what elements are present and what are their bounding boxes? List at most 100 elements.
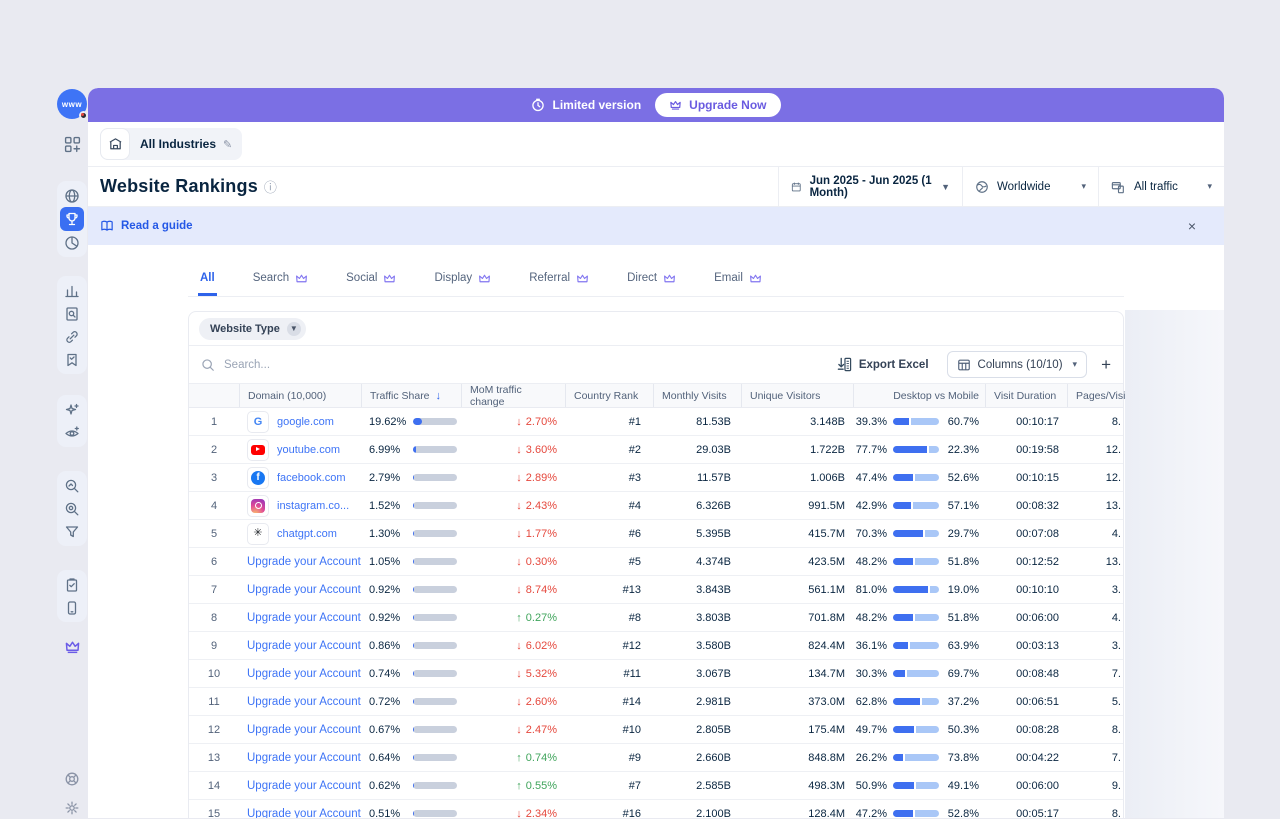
arrow-down-icon: ↓ [516, 639, 522, 652]
funnel-icon[interactable] [60, 520, 84, 543]
domain-link[interactable]: google.com [277, 416, 334, 428]
tab-referral[interactable]: Referral [527, 265, 591, 296]
traffic-filter[interactable]: All traffic ▾ [1098, 167, 1224, 206]
breadcrumb: All Industries ✎ [88, 122, 1224, 167]
tab-all[interactable]: All [198, 265, 217, 296]
columns-dropdown[interactable]: Columns (10/10) ▾ [946, 351, 1088, 378]
upgrade-account-link[interactable]: Upgrade your Account [247, 808, 361, 819]
upgrade-account-link[interactable]: Upgrade your Account [247, 584, 361, 596]
upgrade-account-link[interactable]: Upgrade your Account [247, 640, 361, 652]
domain-link[interactable]: facebook.com [277, 472, 345, 484]
rank-cell: 15 [207, 807, 221, 819]
tab-email[interactable]: Email [712, 265, 764, 296]
mobile-pct: 37.2% [947, 695, 979, 708]
geo-filter[interactable]: Worldwide ▾ [962, 167, 1098, 206]
traffic-share-fill [413, 502, 414, 509]
domain-link[interactable]: chatgpt.com [277, 528, 337, 540]
upgrade-account-link[interactable]: Upgrade your Account [247, 752, 361, 764]
domain-link[interactable]: instagram.co... [277, 500, 349, 512]
country-rank-cell: #11 [623, 667, 641, 680]
edit-pencil-icon[interactable]: ✎ [223, 138, 242, 151]
website-type-filter[interactable]: Website Type ▼ [199, 317, 306, 340]
tab-search[interactable]: Search [251, 265, 310, 296]
desktop-segment [893, 558, 916, 565]
column-header-visits[interactable]: Monthly Visits [653, 384, 741, 407]
upgrade-now-label: Upgrade Now [689, 98, 767, 112]
mobile-pct: 69.7% [947, 667, 979, 680]
mom-change: ↓ 3.60% [516, 444, 557, 456]
tab-direct[interactable]: Direct [625, 265, 678, 296]
column-header-domain[interactable]: Domain (10,000) [239, 384, 361, 407]
upgrade-account-link[interactable]: Upgrade your Account [247, 724, 361, 736]
domain-cell: youtube.com [239, 436, 361, 463]
column-header-dvm[interactable]: Desktop vs Mobile [853, 384, 985, 407]
traffic-share-value: 1.52% [369, 499, 401, 512]
date-range-filter[interactable]: Jun 2025 - Jun 2025 (1 Month) ▼ [778, 167, 962, 206]
help-icon[interactable] [60, 767, 84, 790]
settings-gear-icon[interactable] [60, 796, 84, 819]
add-column-button[interactable]: + [1101, 355, 1111, 375]
visit-duration-cell: 00:12:52 [1016, 555, 1059, 568]
column-header-mom[interactable]: MoM traffic change [461, 384, 565, 408]
column-header-dur[interactable]: Visit Duration [985, 384, 1067, 407]
bookmark-check-icon[interactable] [60, 348, 84, 371]
tab-social[interactable]: Social [344, 265, 398, 296]
mobile-pct: 29.7% [947, 527, 979, 540]
column-header-crank[interactable]: Country Rank [565, 384, 653, 407]
mom-change-value: 5.32% [525, 667, 557, 680]
upgrade-now-button[interactable]: Upgrade Now [655, 93, 781, 117]
mobile-device-icon[interactable] [60, 596, 84, 619]
mobile-segment [915, 726, 939, 733]
mobile-pct: 52.6% [947, 471, 979, 484]
upgrade-account-link[interactable]: Upgrade your Account [247, 696, 361, 708]
monthly-visits-cell: 3.843B [696, 583, 731, 596]
info-icon[interactable]: ⓘ [264, 177, 277, 196]
upgrade-account-link[interactable]: Upgrade your Account [247, 612, 361, 624]
page-header: Website Rankings ⓘ Jun 2025 - Jun 2025 (… [88, 167, 1224, 207]
website-rankings-icon[interactable] [60, 207, 84, 231]
sparkles-plus-icon[interactable] [60, 398, 84, 421]
link-icon[interactable] [60, 325, 84, 348]
column-header-unique[interactable]: Unique Visitors [741, 384, 853, 407]
close-icon[interactable]: × [1188, 219, 1196, 233]
traffic-share-value: 0.92% [369, 583, 401, 596]
tab-display[interactable]: Display [432, 265, 493, 296]
calendar-icon [791, 181, 801, 191]
mom-change: ↑ 0.27% [516, 612, 557, 624]
export-excel-button[interactable]: Export Excel [837, 357, 929, 372]
tab-label: All [200, 272, 215, 284]
modules-add-icon[interactable] [56, 133, 88, 155]
main-content: All Search Social Display Referral Direct Emai… [88, 265, 1224, 818]
read-guide-link[interactable]: Read a guide [100, 220, 193, 232]
app-logo[interactable]: www [57, 89, 88, 120]
upgrade-account-link[interactable]: Upgrade your Account [247, 668, 361, 680]
search-input[interactable] [224, 358, 444, 371]
rank-cell: 6 [210, 555, 218, 568]
bar-chart-icon[interactable] [60, 279, 84, 302]
domain-link[interactable]: youtube.com [277, 444, 340, 456]
mobile-pct: 49.1% [947, 779, 979, 792]
mom-change-value: 0.30% [525, 555, 557, 568]
domain-cell: Upgrade your Account [239, 576, 361, 603]
upgrade-account-link[interactable]: Upgrade your Account [247, 780, 361, 792]
web-overview-icon[interactable] [60, 184, 84, 207]
desktop-pct: 81.0% [855, 583, 887, 596]
search-trend-icon[interactable] [60, 474, 84, 497]
rank-cell: 8 [210, 611, 218, 624]
column-header-pages[interactable]: Pages/Visit [1067, 384, 1128, 407]
desktop-mobile-cell: 70.3% 29.7% [853, 520, 985, 547]
arrow-down-icon: ↓ [516, 723, 522, 736]
upgrade-crown-icon[interactable] [56, 635, 88, 657]
table-filter-row: Website Type ▼ [189, 312, 1123, 346]
market-share-icon[interactable] [60, 231, 84, 254]
eye-plus-icon[interactable] [60, 421, 84, 444]
column-header-share[interactable]: Traffic Share ↓ [361, 384, 461, 407]
desktop-pct: 62.8% [855, 695, 887, 708]
industry-selector[interactable]: All Industries ✎ [100, 128, 243, 160]
clipboard-check-icon[interactable] [60, 573, 84, 596]
search-at-icon[interactable] [60, 497, 84, 520]
sidebar-group-ai [57, 395, 87, 447]
desktop-pct: 48.2% [855, 611, 887, 624]
upgrade-account-link[interactable]: Upgrade your Account [247, 556, 361, 568]
doc-search-icon[interactable] [60, 302, 84, 325]
